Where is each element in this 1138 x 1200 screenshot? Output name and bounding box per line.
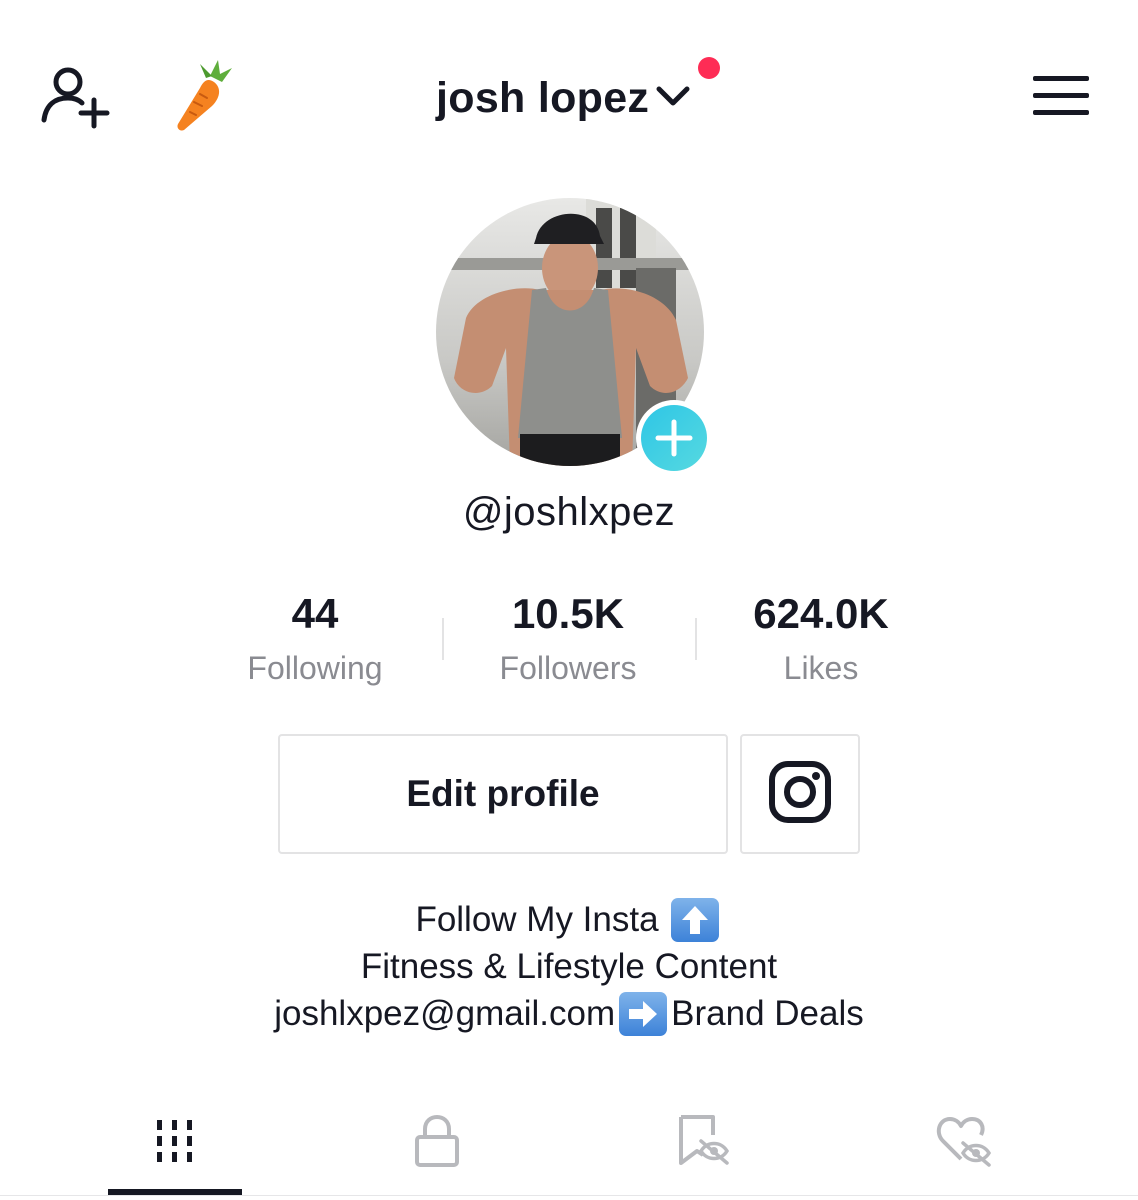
stat-value: 624.0K [753,590,889,637]
stat-likes: 624.0K Likes [696,590,946,687]
up-arrow-emoji [670,897,719,942]
bio-email[interactable]: joshlxpez@gmail.com [274,990,615,1037]
bio-line: Fitness & Lifestyle Content [0,943,1138,990]
account-switcher[interactable]: josh lopez [436,70,691,126]
tab-liked[interactable] [900,1100,1030,1186]
bio-line: Follow My Insta [0,896,1138,943]
plus-icon [641,405,707,471]
instagram-button[interactable] [740,734,860,854]
menu-icon[interactable] [1028,70,1094,122]
stat-value: 10.5K [511,590,625,637]
bio-text: Follow My Insta [415,900,659,939]
stat-label: Likes [783,650,859,686]
add-user-icon[interactable] [38,62,114,132]
tab-private[interactable] [372,1100,502,1186]
tab-videos[interactable] [110,1100,240,1186]
instagram-icon [768,760,832,829]
profile-page: josh lopez @joshlxpez 44 Following 10.5K… [0,0,1138,1200]
right-arrow-emoji [619,991,668,1036]
lock-icon [413,1113,461,1174]
liked-hidden-icon [935,1113,995,1174]
carrot-icon[interactable] [170,58,234,132]
tab-divider [0,1195,1138,1196]
account-name: josh lopez [436,73,650,122]
saved-hidden-icon [675,1113,731,1174]
bio-text: Fitness & Lifestyle Content [360,947,778,986]
notification-dot [698,57,720,79]
stat-label: Following [247,650,383,686]
tab-saved[interactable] [638,1100,768,1186]
stat-followers[interactable]: 10.5K Followers [443,590,693,687]
bio-text: Brand Deals [671,994,864,1033]
profile-handle: @joshlxpez [462,490,676,534]
stat-value: 44 [291,590,339,637]
videos-grid-icon [153,1118,197,1169]
stat-following[interactable]: 44 Following [190,590,440,687]
chevron-down-icon [655,84,691,113]
add-avatar-button[interactable] [636,400,712,476]
bio: Follow My Insta Fitness & Lifestyle Cont… [0,896,1138,1037]
edit-profile-button[interactable]: Edit profile [278,734,728,854]
bio-line: joshlxpez@gmail.com Brand Deals [0,990,1138,1037]
stat-label: Followers [499,650,637,686]
